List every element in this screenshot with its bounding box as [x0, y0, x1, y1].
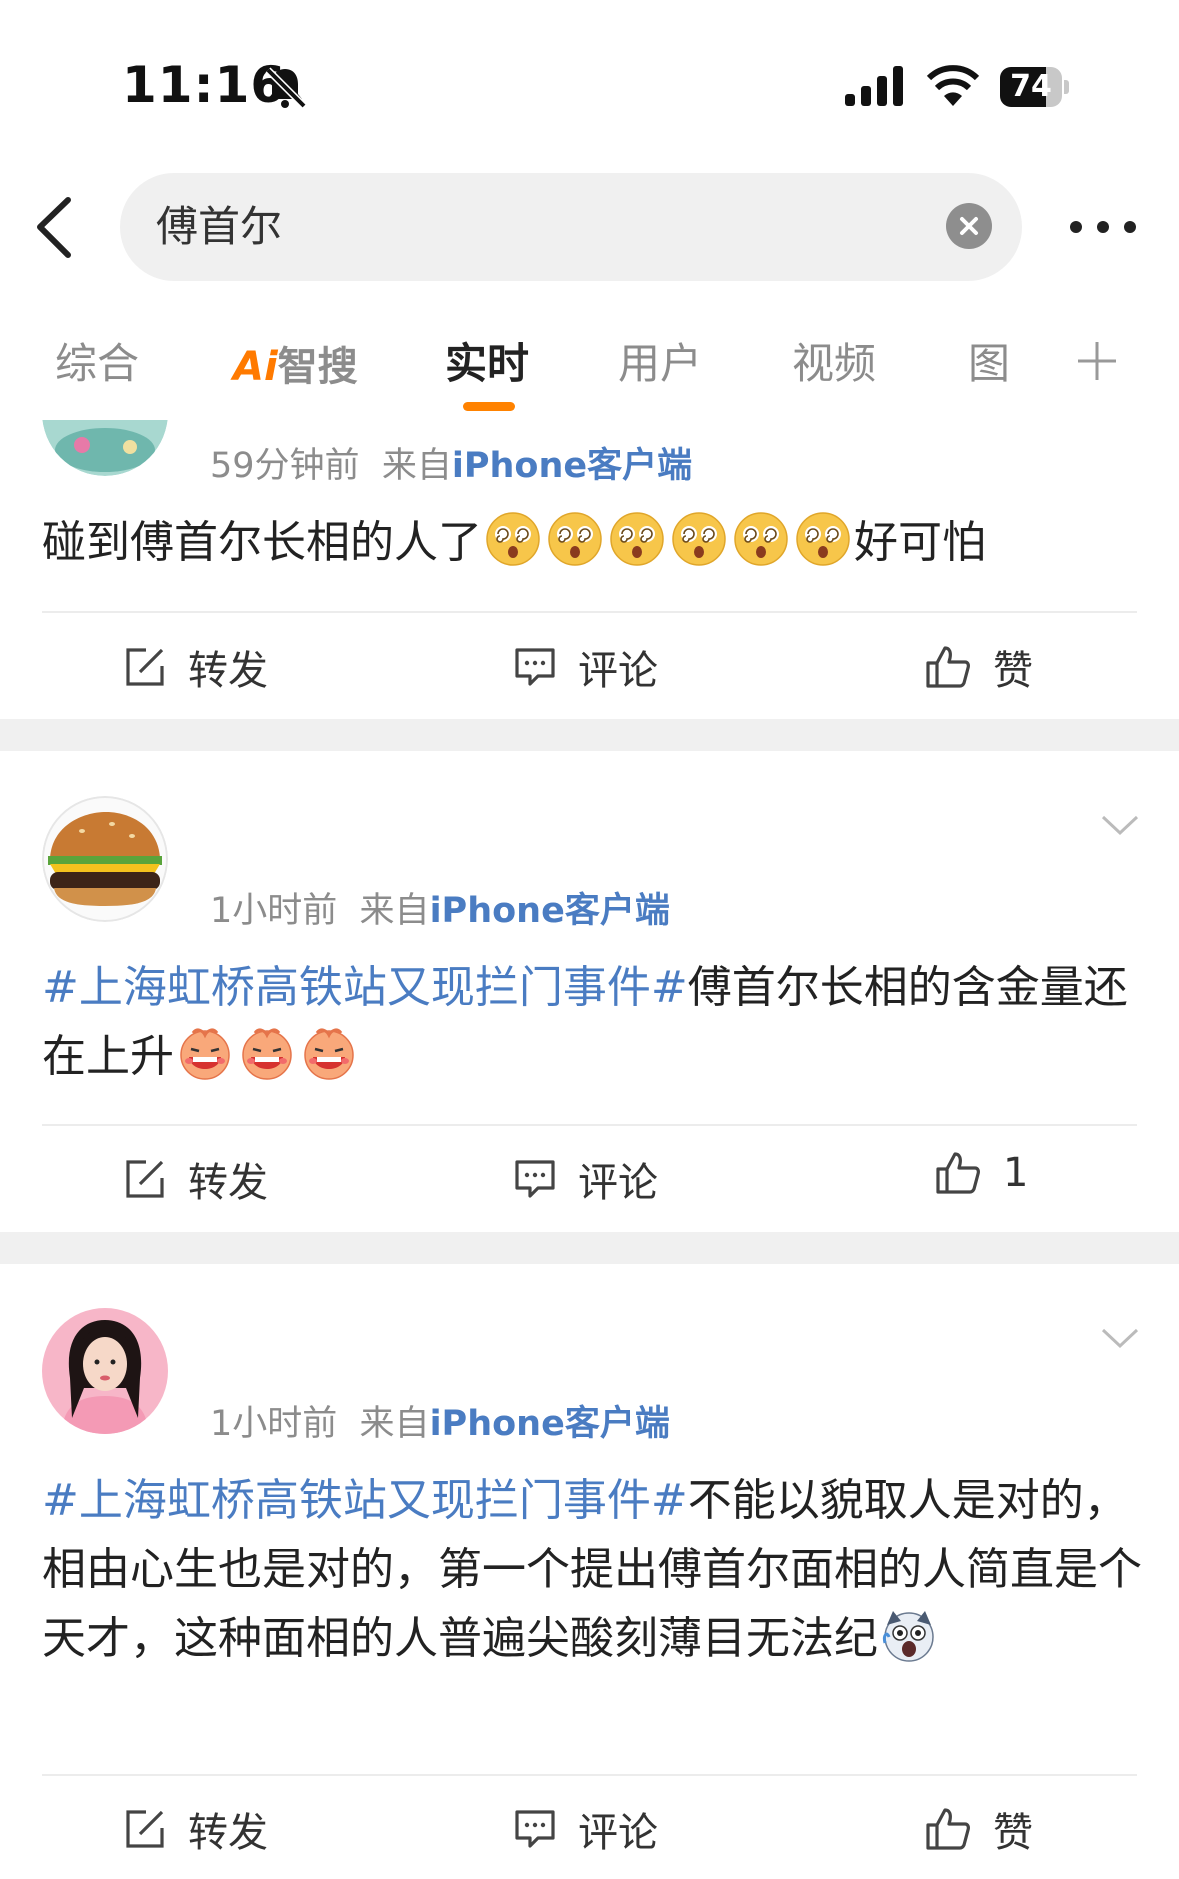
emoji-group: [482, 512, 854, 568]
repost-icon: [126, 1810, 164, 1848]
post-time: 1小时前: [210, 1404, 338, 1444]
ai-logo: Ai: [233, 344, 278, 390]
thumbs-up-icon: [936, 1152, 980, 1194]
tab-video[interactable]: 视频: [792, 330, 876, 391]
comment-icon: [515, 1160, 555, 1198]
laughing-face-icon: [177, 1025, 233, 1081]
thumbs-up-icon: [926, 646, 970, 688]
avatar[interactable]: [42, 1308, 168, 1434]
post-source[interactable]: iPhone客户端: [430, 1404, 670, 1444]
chevron-down-icon[interactable]: [1100, 1326, 1140, 1350]
laughing-face-icon: [239, 1025, 295, 1081]
post-source[interactable]: iPhone客户端: [430, 891, 670, 931]
chevron-down-icon[interactable]: [1100, 813, 1140, 837]
post-text-body: 碰到傅首尔长相的人了: [42, 517, 482, 568]
repost-label: 转发: [188, 1160, 268, 1206]
hashtag-link[interactable]: #上海虹桥高铁站又现拦门事件#: [42, 962, 688, 1013]
dizzy-face-icon: [795, 511, 851, 567]
hashtag-link[interactable]: #上海虹桥高铁站又现拦门事件#: [42, 1475, 688, 1526]
plus-icon[interactable]: [1072, 336, 1122, 386]
dizzy-face-icon: [609, 511, 665, 567]
post-meta: 59分钟前 来自iPhone客户端: [210, 437, 692, 488]
thumbs-up-icon: [926, 1808, 970, 1850]
like-label: 赞: [993, 648, 1033, 694]
tab-comprehensive[interactable]: 综合: [55, 330, 139, 391]
post-source[interactable]: iPhone客户端: [452, 446, 692, 486]
dizzy-face-icon: [733, 511, 789, 567]
tab-indicator: [463, 402, 515, 411]
repost-label: 转发: [188, 1810, 268, 1856]
bell-muted-icon: [265, 67, 307, 109]
post-text: #上海虹桥高铁站又现拦门事件#不能以貌取人是对的，相由心生也是对的，第一个提出傅…: [42, 1466, 1142, 1673]
post-meta: 1小时前 来自iPhone客户端: [210, 882, 670, 933]
signal-icon: [845, 66, 903, 106]
search-input[interactable]: 傅首尔: [156, 173, 282, 281]
wifi-icon: [926, 65, 980, 106]
tab-realtime[interactable]: 实时: [445, 330, 529, 391]
laughing-face-icon: [301, 1025, 357, 1081]
comment-label: 评论: [578, 1160, 658, 1206]
emoji-group: [878, 1611, 940, 1664]
source-prefix: 来自: [359, 1404, 430, 1444]
post-time: 59分钟前: [210, 446, 360, 486]
like-button[interactable]: 1: [935, 1150, 1028, 1196]
tab-ai-search[interactable]: Ai智搜: [233, 334, 358, 392]
battery-icon: 74: [1000, 67, 1070, 107]
comment-label: 评论: [578, 1810, 658, 1856]
post-text: #上海虹桥高铁站又现拦门事件#傅首尔长相的含金量还在上升: [42, 953, 1142, 1091]
repost-icon: [126, 1160, 164, 1198]
tab-images[interactable]: 图: [968, 330, 1010, 391]
repost-label: 转发: [188, 648, 268, 694]
source-prefix: 来自: [359, 891, 430, 931]
repost-button[interactable]: 转发: [124, 1800, 268, 1858]
divider: [42, 611, 1137, 613]
repost-button[interactable]: 转发: [124, 638, 268, 696]
post-text: 碰到傅首尔长相的人了 好可怕: [42, 508, 1142, 577]
ai-search-label: 智搜: [277, 344, 358, 390]
search-tabs: 综合 Ai智搜 实时 用户 视频 图: [0, 320, 1179, 415]
status-bar: 11:16 74: [0, 0, 1179, 150]
tab-users[interactable]: 用户: [618, 330, 702, 391]
comment-button[interactable]: 评论: [514, 1150, 658, 1208]
divider: [42, 1774, 1137, 1776]
comment-button[interactable]: 评论: [514, 1800, 658, 1858]
dizzy-face-icon: [671, 511, 727, 567]
avatar[interactable]: [42, 796, 168, 922]
comment-icon: [515, 648, 555, 686]
emoji-group: [174, 1028, 360, 1082]
clear-icon[interactable]: [946, 203, 992, 249]
battery-level: 74: [1010, 69, 1052, 104]
shocked-dog-icon: [881, 1607, 937, 1663]
like-count: 1: [1003, 1150, 1029, 1196]
comment-button[interactable]: 评论: [514, 638, 658, 696]
section-separator: [0, 719, 1179, 751]
divider: [42, 1124, 1137, 1126]
post-time: 1小时前: [210, 891, 338, 931]
comment-label: 评论: [578, 648, 658, 694]
post-meta: 1小时前 来自iPhone客户端: [210, 1395, 670, 1446]
section-separator: [0, 1232, 1179, 1264]
post-text-tail: 好可怕: [854, 517, 986, 568]
like-button[interactable]: 赞: [925, 1800, 1033, 1858]
dizzy-face-icon: [547, 511, 603, 567]
source-prefix: 来自: [381, 446, 452, 486]
like-button[interactable]: 赞: [925, 638, 1033, 696]
back-icon[interactable]: [30, 195, 80, 260]
comment-icon: [515, 1810, 555, 1848]
more-icon[interactable]: [1068, 212, 1138, 242]
repost-button[interactable]: 转发: [124, 1150, 268, 1208]
search-box[interactable]: 傅首尔: [120, 173, 1022, 281]
repost-icon: [126, 648, 164, 686]
dizzy-face-icon: [485, 511, 541, 567]
like-label: 赞: [993, 1810, 1033, 1856]
